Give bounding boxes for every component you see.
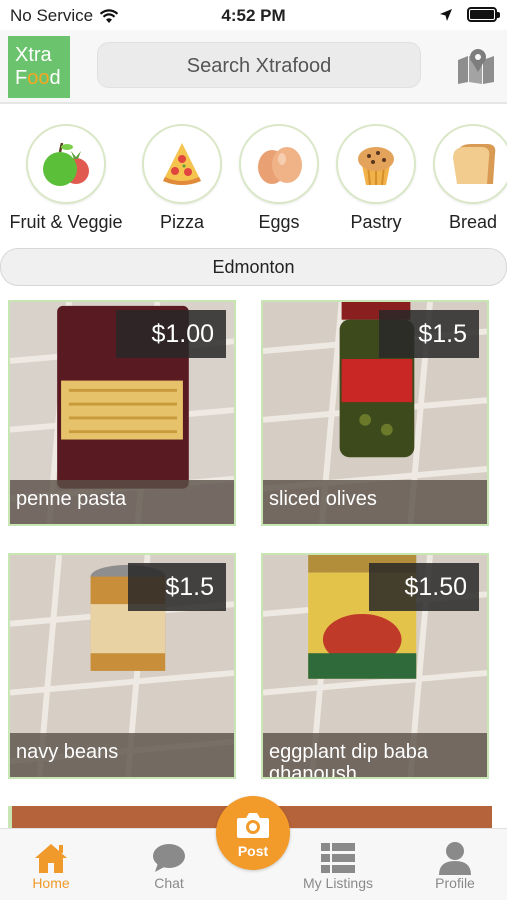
eggs-icon: [258, 147, 302, 184]
listing-title: eggplant dip baba ghanoush: [263, 733, 487, 777]
tab-my-listings[interactable]: My Listings: [288, 841, 388, 891]
status-time: 4:52 PM: [221, 6, 286, 25]
price-tag: $1.50: [369, 563, 479, 611]
map-pin-icon[interactable]: [456, 48, 496, 84]
list-icon: [321, 843, 355, 873]
chat-icon: [153, 844, 185, 872]
pizza-icon: [163, 143, 201, 185]
listing-card[interactable]: $1.50 eggplant dip baba ghanoush: [261, 553, 489, 779]
search-input[interactable]: Search Xtrafood: [97, 42, 421, 88]
fruit-veggie-icon: [43, 142, 89, 186]
listing-title: sliced olives: [263, 480, 487, 524]
camera-icon: [237, 813, 269, 838]
category-bread[interactable]: Bread: [413, 120, 507, 233]
screen: No Service 4:52 PM Xtra Food Search Xtra…: [0, 0, 507, 900]
tab-chat[interactable]: Chat: [119, 841, 219, 891]
app-header: Xtra Food Search Xtrafood: [0, 30, 507, 104]
app-logo[interactable]: Xtra Food: [8, 36, 70, 98]
listing-card[interactable]: $1.5 navy beans: [8, 553, 236, 779]
category-carousel: Fruit & Veggie Pizza Eggs Pastry Bread: [0, 120, 507, 233]
pastry-icon: [358, 147, 394, 186]
home-icon: [35, 844, 67, 873]
price-tag: $1.5: [379, 310, 479, 358]
listing-card[interactable]: $1.00 penne pasta: [8, 300, 236, 526]
listing-title: penne pasta: [10, 480, 234, 524]
category-fruit-veggie[interactable]: Fruit & Veggie: [6, 120, 126, 233]
profile-icon: [439, 842, 471, 875]
bread-icon: [453, 144, 496, 184]
listing-card[interactable]: $1.5 sliced olives: [261, 300, 489, 526]
price-tag: $1.00: [116, 310, 226, 358]
location-arrow-icon: [440, 8, 452, 21]
status-bar: No Service 4:52 PM: [0, 0, 507, 30]
location-selector[interactable]: Edmonton: [0, 248, 507, 286]
battery-icon: [467, 7, 500, 22]
tab-profile[interactable]: Profile: [405, 841, 505, 891]
tab-home[interactable]: Home: [1, 841, 101, 891]
post-button[interactable]: Post: [216, 796, 290, 870]
price-tag: $1.5: [128, 563, 226, 611]
listing-title: navy beans: [10, 733, 234, 777]
